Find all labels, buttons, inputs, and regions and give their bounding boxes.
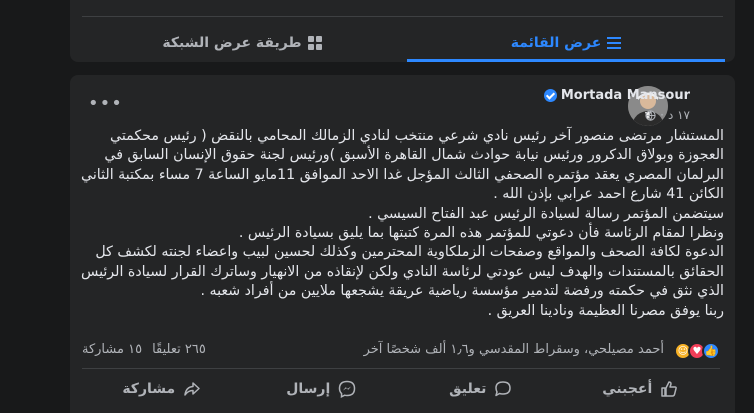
- verified-badge-icon: [543, 89, 557, 102]
- comments-count[interactable]: ٢٦٥ تعليقًا: [152, 342, 206, 357]
- like-label: أعجبني: [602, 381, 653, 397]
- list-icon: [607, 37, 622, 49]
- engagement-counts: ٢٦٥ تعليقًا ١٥ مشاركة: [82, 342, 206, 357]
- divider: [82, 368, 720, 369]
- more-options-icon[interactable]: •••: [88, 93, 123, 114]
- reaction-icons[interactable]: ☺ ♥ 👍: [674, 342, 720, 360]
- divider: [82, 16, 723, 17]
- reactions-summary: ☺ ♥ 👍 أحمد مصيلحي، وسقراط المقدسي و١٫٦ أ…: [82, 340, 720, 362]
- share-label: مشاركة: [122, 381, 176, 397]
- tab-list-view[interactable]: عرض القائمة: [407, 24, 725, 62]
- post-time[interactable]: ١٧ د: [668, 108, 690, 122]
- post-line: الحقائق بالمستندات والهدف ليس عودتي لرئا…: [80, 263, 724, 280]
- share-button[interactable]: مشاركة: [82, 372, 242, 406]
- post-line: الدعوة لكافة الصحف والمواقع وصفحات الزمل…: [95, 244, 724, 261]
- shares-count[interactable]: ١٥ مشاركة: [82, 342, 142, 357]
- separator-dot: ·: [660, 108, 664, 122]
- post-line: ونظرا لمقام الرئاسة فأن دعوتي للمؤتمر هذ…: [238, 225, 724, 242]
- globe-icon: [645, 109, 656, 121]
- reactions-text[interactable]: أحمد مصيلحي، وسقراط المقدسي و١٫٦ ألف شخص…: [364, 342, 664, 357]
- post-line: العجوزة وبولاق الدكرور ورئيس نيابة حوادث…: [104, 147, 724, 164]
- active-tab-indicator: [407, 59, 725, 62]
- post-line: الذي نثق في حكمته ورفضة لتدمير مؤسسة ريا…: [200, 283, 724, 300]
- like-icon: [661, 381, 678, 397]
- like-button[interactable]: أعجبني: [561, 372, 721, 406]
- post-line: البرلمان المصري يعقد مؤتمره الصحفي الثال…: [81, 166, 724, 183]
- share-icon: [184, 382, 200, 396]
- post-actions: أعجبني تعليق إرسال مشاركة: [82, 372, 720, 406]
- tab-grid-label: طريقة عرض الشبكة: [162, 35, 302, 51]
- comment-label: تعليق: [449, 381, 487, 397]
- post-line: المستشار مرتضى منصور آخر رئيس نادي شرعي …: [110, 128, 724, 144]
- tab-grid-view[interactable]: طريقة عرض الشبكة: [83, 24, 401, 62]
- grid-icon: [307, 36, 322, 50]
- comment-icon: [495, 381, 512, 397]
- author-name[interactable]: Mortada Mansour: [561, 88, 690, 103]
- messenger-icon: [339, 380, 356, 398]
- comment-button[interactable]: تعليق: [401, 372, 561, 406]
- post-line: الكائن 41 شارع احمد عرابي بإذن الله .: [493, 186, 724, 203]
- tab-list-label: عرض القائمة: [510, 35, 602, 51]
- post-line: سيتضمن المؤتمر رسالة لسيادة الرئيس عبد ا…: [368, 205, 724, 222]
- post-meta: ١٧ د ·: [645, 108, 690, 122]
- post-line: ربنا يوفق مصرنا العظيمة ونادينا العريق .: [487, 302, 724, 319]
- send-label: إرسال: [286, 381, 331, 397]
- author-name-row[interactable]: Mortada Mansour: [543, 88, 690, 103]
- view-toggle-card: عرض القائمة طريقة عرض الشبكة: [70, 0, 735, 62]
- post-body: المستشار مرتضى منصور آخر رئيس نادي شرعي …: [80, 127, 724, 321]
- like-reaction-icon: 👍: [702, 342, 720, 360]
- send-button[interactable]: إرسال: [242, 372, 402, 406]
